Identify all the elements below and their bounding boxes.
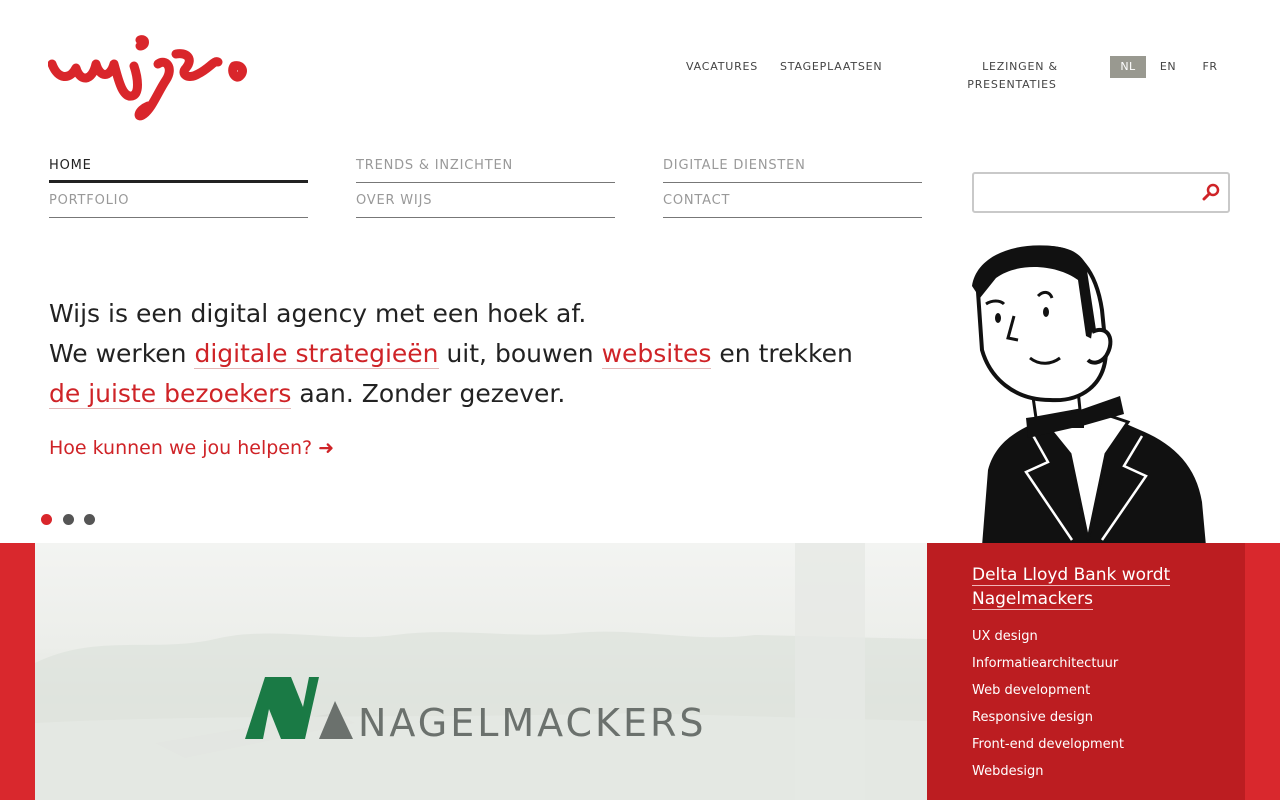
hero-line-2: We werken digitale strategieën uit, bouw… <box>49 334 869 414</box>
slider-dot-1[interactable] <box>41 514 52 525</box>
feature-photo[interactable] <box>35 543 927 800</box>
link-juiste-bezoekers[interactable]: de juiste bezoekers <box>49 379 292 409</box>
search-input[interactable] <box>980 180 1198 205</box>
scenery-background <box>35 543 927 800</box>
lezingen-label-2: PRESENTATIES <box>967 78 1057 91</box>
link-websites[interactable]: websites <box>601 339 712 369</box>
mascot-illustration <box>972 245 1206 546</box>
lang-en[interactable]: EN <box>1150 56 1186 78</box>
hero-text: Wijs is een digital agency met een hoek … <box>49 294 869 414</box>
nagelmackers-wordmark: NAGELMACKERS <box>358 701 707 745</box>
search-box[interactable] <box>972 172 1230 213</box>
hero-text-d: aan. Zonder gezever. <box>291 379 566 408</box>
lang-nl[interactable]: NL <box>1110 56 1146 78</box>
service-item: Responsive design <box>972 710 1093 725</box>
hero-text-c: en trekken <box>711 339 853 368</box>
vacatures-link[interactable]: VACATURES <box>686 58 758 76</box>
link-digitale-strategieen[interactable]: digitale strategieën <box>194 339 439 369</box>
feature-title: Delta Lloyd Bank wordt Nagelmackers <box>972 565 1171 610</box>
service-item: Webdesign <box>972 764 1044 779</box>
nav-over-wijs[interactable]: OVER WIJS <box>356 186 615 218</box>
feature-title-link[interactable]: Delta Lloyd Bank wordt Nagelmackers <box>972 563 1222 611</box>
service-item: Web development <box>972 683 1091 698</box>
slider-dot-3[interactable] <box>84 514 95 525</box>
slider-dot-2[interactable] <box>63 514 74 525</box>
nav-contact[interactable]: CONTACT <box>663 186 922 218</box>
search-icon[interactable] <box>1202 183 1220 201</box>
nav-digitale-diensten[interactable]: DIGITALE DIENSTEN <box>663 151 922 183</box>
service-item: Informatiearchitectuur <box>972 656 1119 671</box>
services-list: UX design Informatiearchitectuur Web dev… <box>972 623 1124 785</box>
hero-line-1: Wijs is een digital agency met een hoek … <box>49 299 587 328</box>
lezingen-link[interactable]: LEZINGEN & PRESENTATIES <box>967 58 1070 94</box>
hero-text-a: We werken <box>49 339 195 368</box>
nav-trends[interactable]: TRENDS & INZICHTEN <box>356 151 615 183</box>
service-item: Front-end development <box>972 737 1124 752</box>
lezingen-label-1: LEZINGEN & <box>982 60 1058 73</box>
cta-link[interactable]: Hoe kunnen we jou helpen? ➜ <box>49 434 334 462</box>
feature-panel: Delta Lloyd Bank wordt Nagelmackers UX d… <box>927 543 1245 800</box>
hero-text-b: uit, bouwen <box>438 339 602 368</box>
wijs-logo[interactable] <box>48 34 258 124</box>
service-item: UX design <box>972 629 1038 644</box>
lang-fr[interactable]: FR <box>1192 56 1228 78</box>
nav-home[interactable]: HOME <box>49 151 308 183</box>
stageplaatsen-link[interactable]: STAGEPLAATSEN <box>780 58 882 76</box>
nav-portfolio[interactable]: PORTFOLIO <box>49 186 308 218</box>
